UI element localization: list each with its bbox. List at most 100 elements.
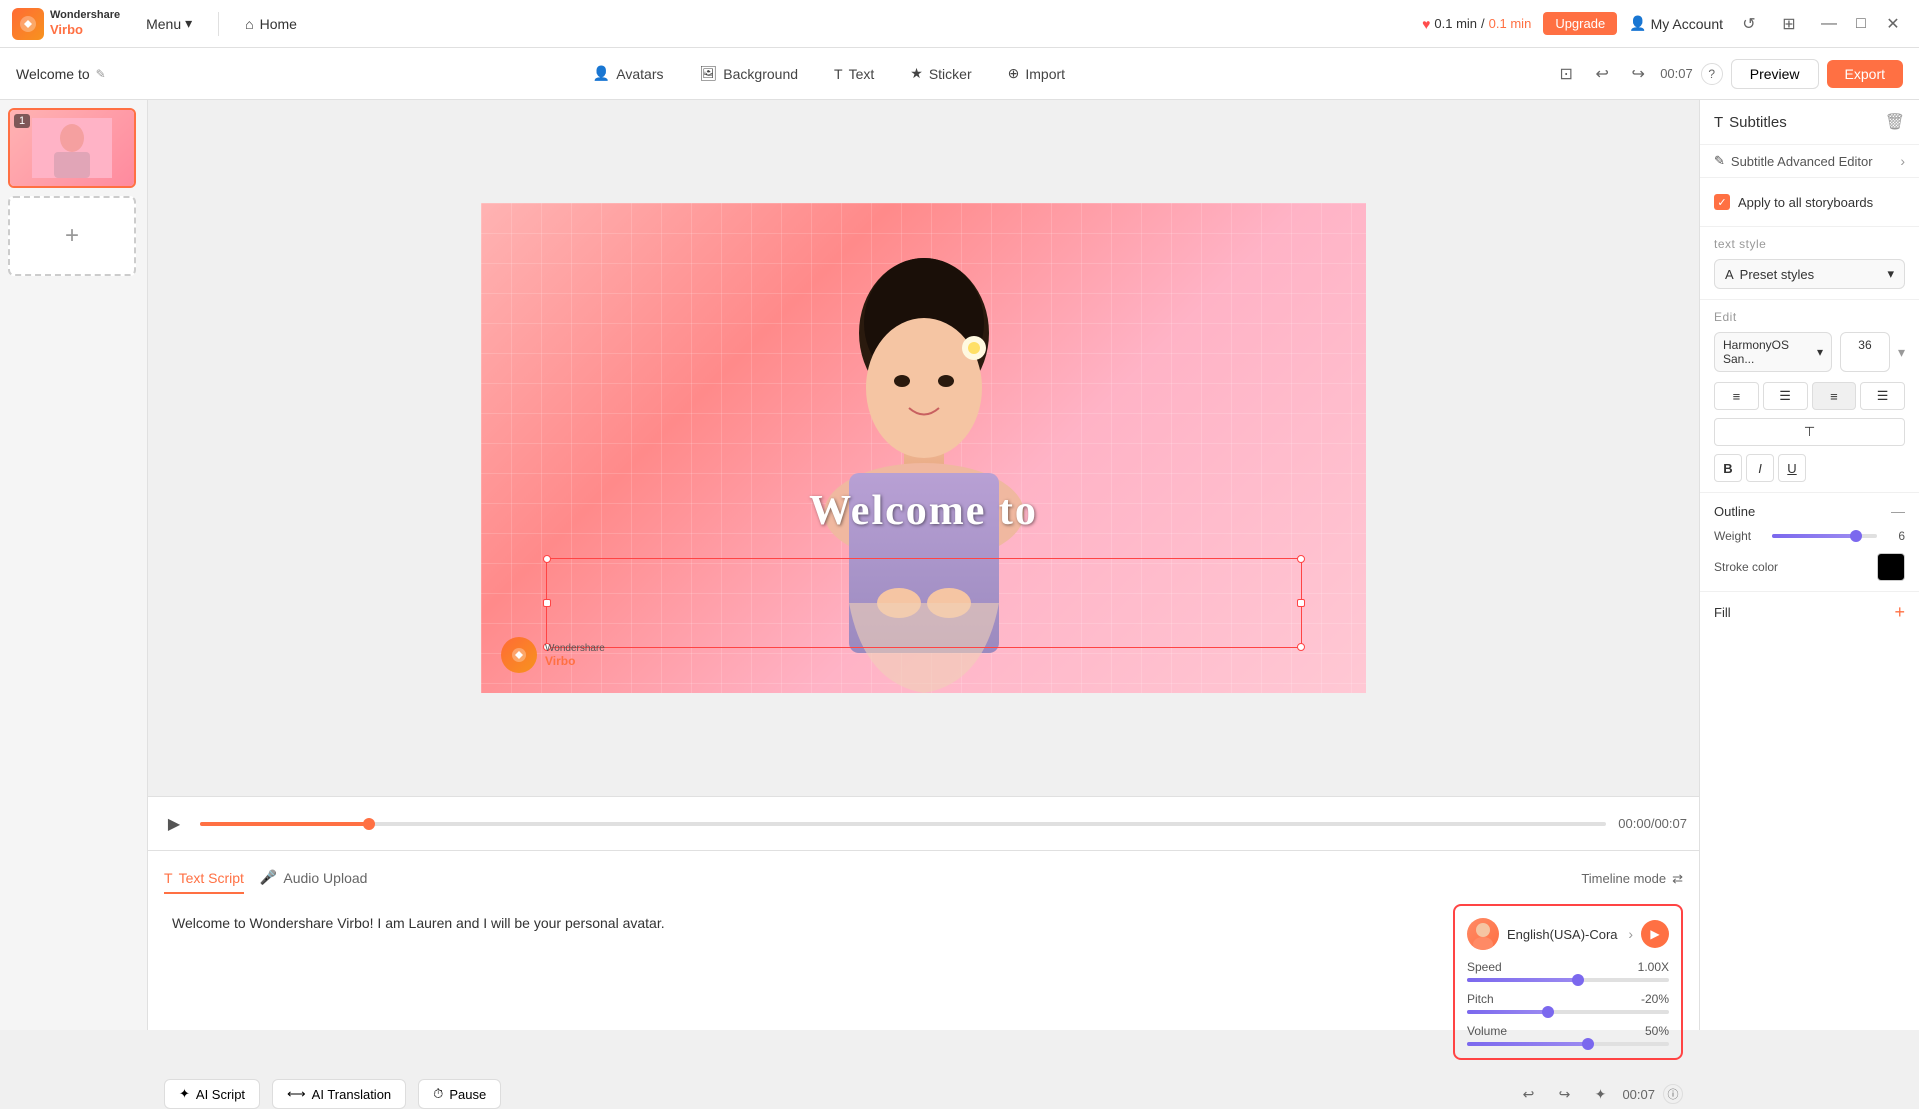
format-row: B I U: [1714, 454, 1905, 482]
time-code: 00:00/00:07: [1618, 816, 1687, 831]
text-button[interactable]: T Text: [818, 60, 890, 88]
voice-header: English(USA)-Cora › ▶: [1467, 918, 1669, 950]
home-button[interactable]: ⌂ Home: [235, 12, 307, 36]
ai-script-icon: ✦: [179, 1086, 190, 1102]
account-icon: 👤: [1629, 15, 1646, 32]
canvas[interactable]: Welcome to Wondershare Virbo: [481, 203, 1366, 693]
edit-pencil-icon: ✎: [1714, 153, 1725, 169]
undo-script-button[interactable]: ↩: [1514, 1080, 1542, 1108]
pitch-thumb[interactable]: [1542, 1006, 1554, 1018]
crop-button[interactable]: ⊡: [1552, 60, 1580, 88]
volume-thumb[interactable]: [1582, 1038, 1594, 1050]
tab-audio-upload[interactable]: 🎤 Audio Upload: [260, 863, 368, 894]
script-area: T Text Script 🎤 Audio Upload Timeline mo…: [148, 850, 1699, 1030]
storyboard-item[interactable]: 1: [8, 108, 136, 188]
canvas-text[interactable]: Welcome to: [809, 487, 1038, 535]
import-button[interactable]: ⊕ Import: [992, 59, 1081, 88]
font-chevron-icon: ▾: [1817, 345, 1823, 359]
background-button[interactable]: 🖼 Background: [684, 59, 815, 88]
weight-slider[interactable]: [1772, 534, 1877, 538]
valign-top-button[interactable]: ⊤: [1714, 418, 1905, 446]
text-style-title: text style: [1714, 237, 1905, 251]
heart-icon: ♥: [1422, 16, 1430, 32]
bold-button[interactable]: B: [1714, 454, 1742, 482]
outline-collapse-icon[interactable]: —: [1891, 503, 1905, 519]
edit-section: Edit HarmonyOS San... ▾ 36 ▾ ≡ ☰ ≡ ☰ ⊤ B: [1700, 300, 1919, 492]
logo-icon: [12, 8, 44, 40]
align-center-button[interactable]: ☰: [1763, 382, 1808, 410]
align-left-button[interactable]: ≡: [1714, 382, 1759, 410]
volume-slider-row: Volume 50%: [1467, 1024, 1669, 1046]
delete-icon[interactable]: 🗑: [1885, 112, 1905, 132]
pause-button[interactable]: ⏱ Pause: [418, 1079, 501, 1109]
redo-button[interactable]: ↪: [1624, 60, 1652, 88]
minimize-button[interactable]: —: [1815, 10, 1843, 38]
undo-button[interactable]: ↩: [1588, 60, 1616, 88]
outline-header: Outline —: [1714, 503, 1905, 519]
script-info-icon[interactable]: ⓘ: [1663, 1084, 1683, 1104]
translation-icon: ⟷: [287, 1086, 306, 1102]
toolbar: Welcome to ✎ 👤 Avatars 🖼 Background T Te…: [0, 48, 1919, 100]
font-size-input[interactable]: 36: [1840, 332, 1890, 372]
menu-chevron-icon: ▾: [185, 15, 192, 32]
bottom-tools: ↩ ↪ ✦ 00:07 ⓘ: [1514, 1080, 1683, 1108]
timeline-mode[interactable]: Timeline mode ⇄: [1581, 871, 1683, 887]
help-icon[interactable]: ?: [1701, 63, 1723, 85]
font-family-select[interactable]: HarmonyOS San... ▾: [1714, 332, 1832, 372]
magic-script-button[interactable]: ✦: [1586, 1080, 1614, 1108]
ai-script-button[interactable]: ✦ AI Script: [164, 1079, 260, 1109]
speed-thumb[interactable]: [1572, 974, 1584, 986]
font-row: HarmonyOS San... ▾ 36 ▾: [1714, 332, 1905, 372]
outline-section: Outline — Weight 6 Stroke color: [1700, 492, 1919, 591]
weight-thumb[interactable]: [1850, 530, 1862, 542]
voice-play-button[interactable]: ▶: [1641, 920, 1669, 948]
progress-track[interactable]: [200, 822, 1606, 826]
stroke-color-picker[interactable]: [1877, 553, 1905, 581]
script-tabs: T Text Script 🎤 Audio Upload Timeline mo…: [164, 863, 1683, 894]
main-layout: 1 +: [0, 100, 1919, 1030]
export-button[interactable]: Export: [1827, 60, 1903, 88]
background-icon: 🖼: [700, 65, 718, 82]
close-button[interactable]: ✕: [1879, 10, 1907, 38]
grid-button[interactable]: ⊞: [1775, 10, 1803, 38]
speed-label: Speed 1.00X: [1467, 960, 1669, 974]
top-bar-right: ♥ 0.1 min / 0.1 min Upgrade 👤 My Account…: [1422, 10, 1907, 38]
tab-text-script[interactable]: T Text Script: [164, 864, 244, 894]
voice-arrow-icon[interactable]: ›: [1628, 926, 1633, 942]
underline-button[interactable]: U: [1778, 454, 1806, 482]
italic-button[interactable]: I: [1746, 454, 1774, 482]
ai-translation-button[interactable]: ⟷ AI Translation: [272, 1079, 406, 1109]
preview-button[interactable]: Preview: [1731, 59, 1819, 89]
preset-styles-select[interactable]: A Preset styles ▾: [1714, 259, 1905, 289]
menu-button[interactable]: Menu ▾: [136, 11, 202, 36]
apply-all-row[interactable]: ✓ Apply to all storyboards: [1714, 188, 1905, 216]
maximize-button[interactable]: □: [1847, 10, 1875, 38]
apply-all-checkbox[interactable]: ✓: [1714, 194, 1730, 210]
watermark-text: Wondershare Virbo: [545, 643, 605, 668]
pitch-slider[interactable]: [1467, 1010, 1669, 1014]
sticker-button[interactable]: ★ Sticker: [894, 59, 987, 88]
speed-slider[interactable]: [1467, 978, 1669, 982]
subtitle-advanced-editor[interactable]: ✎ Subtitle Advanced Editor ›: [1700, 145, 1919, 178]
progress-thumb[interactable]: [363, 818, 375, 830]
right-panel-header: T Subtitles 🗑: [1700, 100, 1919, 145]
redo-script-button[interactable]: ↪: [1550, 1080, 1578, 1108]
audio-icon: 🎤: [260, 869, 277, 886]
add-fill-button[interactable]: +: [1894, 602, 1905, 623]
volume-label: Volume 50%: [1467, 1024, 1669, 1038]
align-justify-button[interactable]: ☰: [1860, 382, 1905, 410]
speed-slider-row: Speed 1.00X: [1467, 960, 1669, 982]
my-account-button[interactable]: 👤 My Account: [1629, 15, 1723, 32]
volume-slider[interactable]: [1467, 1042, 1669, 1046]
refresh-button[interactable]: ↺: [1735, 10, 1763, 38]
pause-icon: ⏱: [433, 1086, 443, 1102]
script-text[interactable]: Welcome to Wondershare Virbo! I am Laure…: [164, 904, 1441, 1060]
upgrade-button[interactable]: Upgrade: [1543, 12, 1617, 35]
edit-title-icon[interactable]: ✎: [96, 67, 106, 81]
toolbar-right: ⊡ ↩ ↪ 00:07 ? Preview Export: [1552, 59, 1903, 89]
play-button[interactable]: ▶: [160, 810, 188, 838]
right-panel: T Subtitles 🗑 ✎ Subtitle Advanced Editor…: [1699, 100, 1919, 1030]
align-right-button[interactable]: ≡: [1812, 382, 1857, 410]
add-storyboard-button[interactable]: +: [8, 196, 136, 276]
avatars-button[interactable]: 👤 Avatars: [577, 59, 680, 88]
